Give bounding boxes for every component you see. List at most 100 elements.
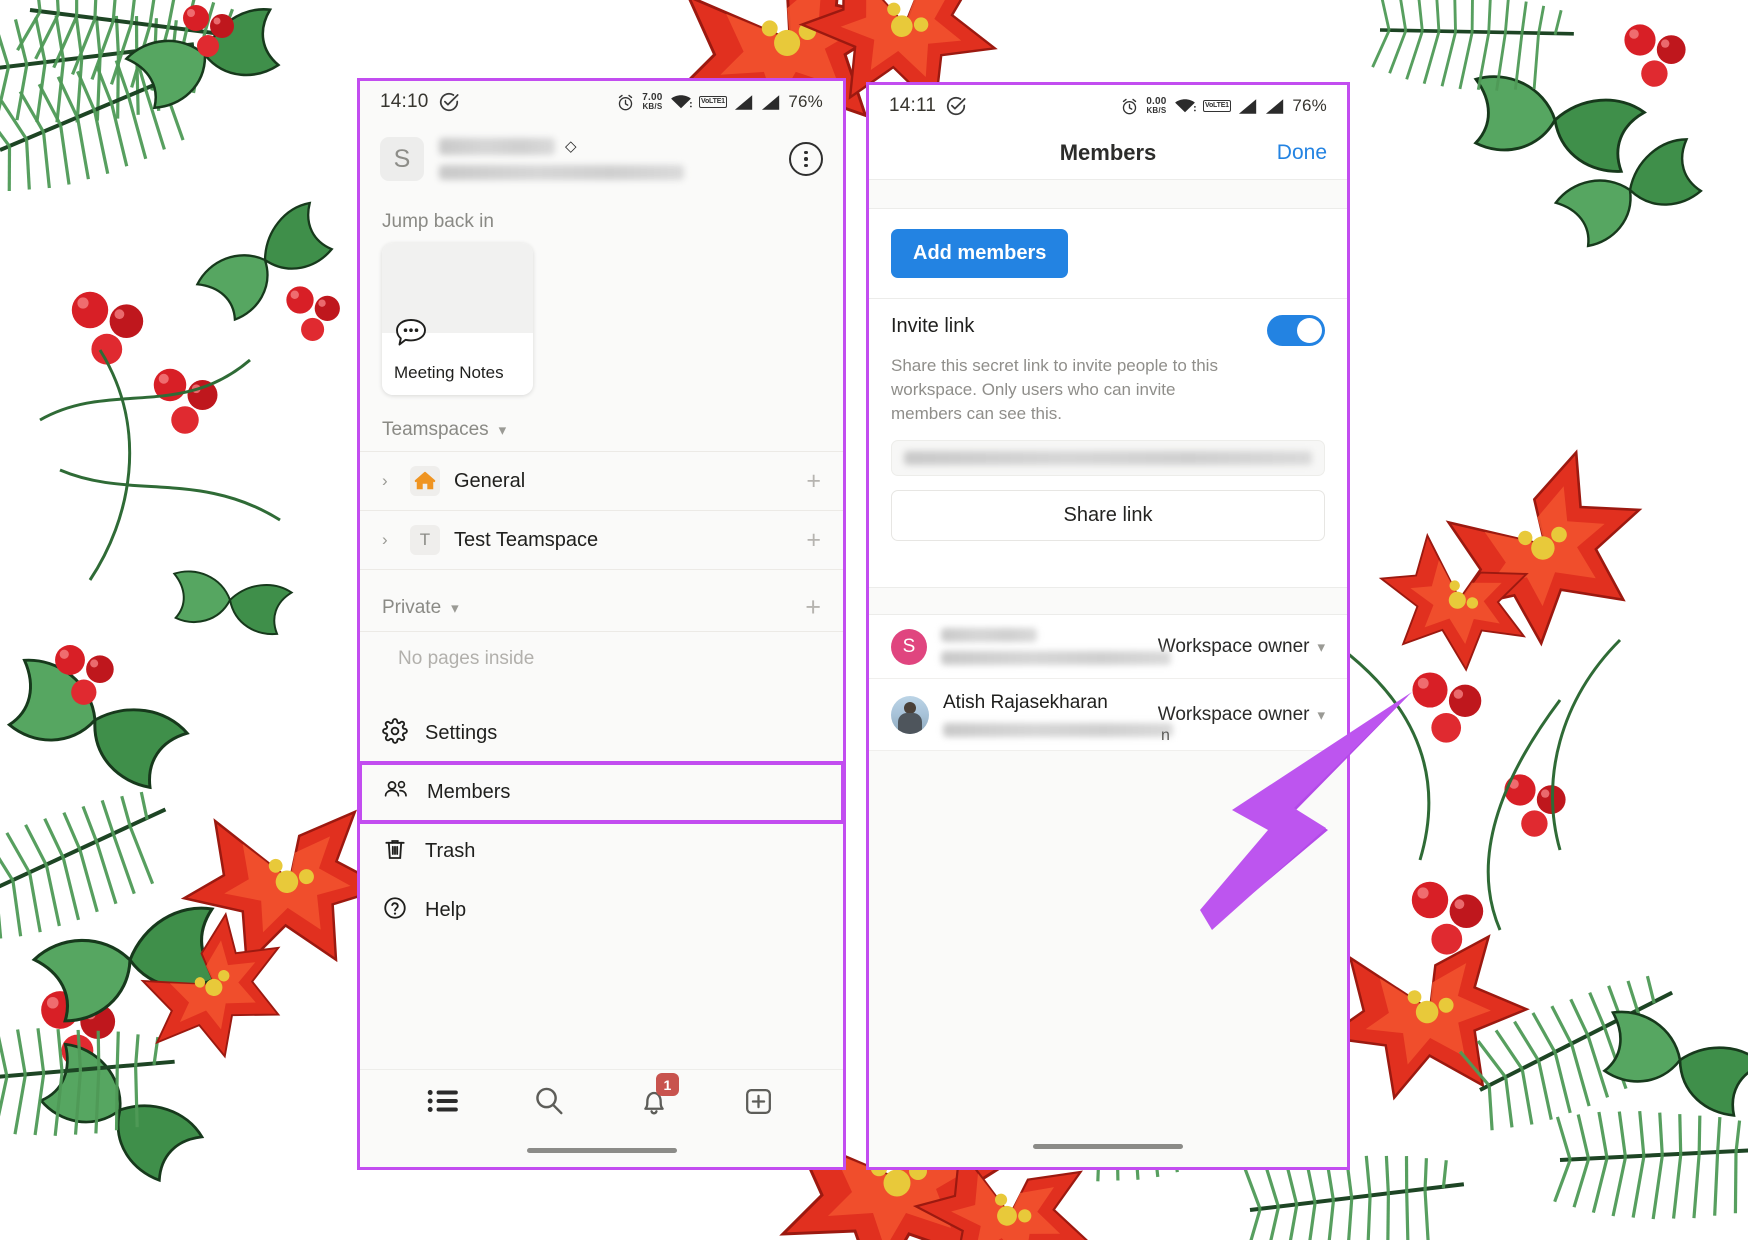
sidebar-item-label: Settings xyxy=(425,722,498,744)
member-email-tail: n xyxy=(1161,727,1170,745)
notification-badge: 1 xyxy=(655,1073,679,1096)
avatar: S xyxy=(891,628,927,665)
tab-notifications[interactable]: 1 xyxy=(602,1073,707,1117)
bottom-tab-bar: 1 xyxy=(360,1069,843,1167)
add-page-button[interactable]: + xyxy=(806,527,821,553)
done-button[interactable]: Done xyxy=(1277,141,1327,165)
sidebar-item-label: Trash xyxy=(425,840,476,862)
account-email-redacted xyxy=(439,165,684,180)
teamspaces-label: Teamspaces xyxy=(382,419,489,440)
invite-link-toggle[interactable] xyxy=(1267,315,1325,346)
role-dropdown[interactable]: Workspace owner ▾ xyxy=(1158,636,1325,658)
teamspace-row-test[interactable]: › T Test Teamspace + xyxy=(360,510,843,569)
account-header[interactable]: S ◇ xyxy=(360,123,843,187)
people-icon xyxy=(382,777,410,808)
chevron-updown-icon[interactable]: ◇ xyxy=(565,139,577,154)
signal-bars-sim2-icon xyxy=(762,94,780,110)
spacer-band xyxy=(869,588,1347,615)
teamspace-label: Test Teamspace xyxy=(454,528,599,551)
tab-search[interactable] xyxy=(497,1085,602,1117)
jump-back-in-label: Jump back in xyxy=(382,211,494,232)
avatar: S xyxy=(380,137,424,181)
add-private-page-button[interactable]: + xyxy=(805,594,821,621)
teamspaces-section-header[interactable]: Teamspaces ▾ xyxy=(360,395,843,451)
status-bar-right: 14:11 0.00 KB/S VoLTE1 76% xyxy=(869,85,1347,127)
status-time: 14:11 xyxy=(889,95,937,116)
role-dropdown[interactable]: Workspace owner ▾ xyxy=(1158,704,1325,726)
member-name-redacted xyxy=(941,628,1037,643)
teamspace-row-general[interactable]: › General + xyxy=(360,451,843,510)
private-section-header[interactable]: Private ▾ + xyxy=(360,570,843,631)
battery-level: 76% xyxy=(1292,96,1327,115)
invite-link-description: Share this secret link to invite people … xyxy=(891,356,1218,424)
speech-bubble-icon xyxy=(394,317,521,354)
sidebar-item-trash[interactable]: Trash xyxy=(360,822,843,881)
signal-bars-sim1-icon xyxy=(735,94,753,110)
chevron-right-icon[interactable]: › xyxy=(382,530,396,550)
member-name: Atish Rajasekharan xyxy=(943,692,1108,714)
private-label: Private xyxy=(382,596,442,618)
member-row[interactable]: Atish Rajasekharan n Workspace owner ▾ xyxy=(869,679,1347,752)
page-title: Members xyxy=(1059,140,1157,165)
letter-badge-icon: T xyxy=(410,525,440,555)
avatar xyxy=(891,695,929,734)
home-indicator xyxy=(526,1148,677,1153)
invite-link-field[interactable] xyxy=(891,440,1325,477)
home-indicator xyxy=(1033,1144,1183,1149)
role-label: Workspace owner xyxy=(1157,635,1310,657)
teamspace-label: General xyxy=(454,469,526,492)
alarm-icon xyxy=(619,94,633,110)
invite-link-value-redacted xyxy=(904,451,1312,466)
status-time: 14:10 xyxy=(380,91,429,112)
wifi-icon xyxy=(1174,99,1196,113)
sidebar-item-label: Help xyxy=(425,899,467,921)
signal-bars-sim2-icon xyxy=(1266,98,1284,114)
alarm-icon xyxy=(1123,98,1137,114)
chevron-down-icon: ▾ xyxy=(451,599,459,617)
chevron-down-icon: ▾ xyxy=(1317,638,1325,656)
signal-bars-sim1-icon xyxy=(1239,98,1257,114)
share-link-button[interactable]: Share link xyxy=(891,490,1325,542)
volte-indicator: VoLTE1 xyxy=(698,96,728,108)
spacer-band xyxy=(869,180,1347,208)
more-options-button[interactable] xyxy=(789,142,823,176)
phone-screenshot-left: 14:10 7.00 KB/S VoLTE1 76% S ◇ Jump back… xyxy=(357,78,846,1170)
members-nav-header: Members Done xyxy=(869,127,1347,179)
chevron-right-icon[interactable]: › xyxy=(382,471,396,491)
chevron-down-icon: ▾ xyxy=(1317,706,1325,724)
invite-link-title: Invite link xyxy=(891,315,975,337)
invite-link-section: Invite link Share this secret link to in… xyxy=(869,299,1347,562)
search-icon xyxy=(536,1087,563,1115)
tab-list[interactable] xyxy=(392,1087,497,1115)
volte-indicator: VoLTE1 xyxy=(1202,100,1232,112)
check-circle-icon xyxy=(947,96,966,116)
recent-page-card[interactable]: Meeting Notes xyxy=(382,243,533,395)
network-speed: 7.00 KB/S xyxy=(642,92,663,111)
check-circle-icon xyxy=(439,92,459,112)
card-title: Meeting Notes xyxy=(394,363,504,382)
status-bar-left: 14:10 7.00 KB/S VoLTE1 76% xyxy=(360,81,843,123)
private-empty-text: No pages inside xyxy=(360,631,843,686)
add-members-section: Add members xyxy=(869,209,1347,298)
sidebar-item-label: Members xyxy=(427,781,511,803)
question-circle-icon xyxy=(382,895,408,926)
wifi-icon xyxy=(670,95,692,109)
member-email-redacted xyxy=(941,651,1171,666)
workspace-name-redacted xyxy=(439,138,555,155)
new-page-icon xyxy=(746,1088,772,1114)
phone-screenshot-right: 14:11 0.00 KB/S VoLTE1 76% Members Done … xyxy=(866,82,1350,1170)
gear-icon xyxy=(382,718,408,749)
sidebar-item-settings[interactable]: Settings xyxy=(360,704,843,763)
add-page-button[interactable]: + xyxy=(806,468,821,494)
trash-icon xyxy=(382,836,408,867)
member-row[interactable]: S Workspace owner ▾ xyxy=(869,615,1347,680)
house-icon xyxy=(410,466,440,496)
role-label: Workspace owner xyxy=(1157,703,1310,725)
sidebar-item-members[interactable]: Members xyxy=(360,761,843,824)
list-icon xyxy=(428,1090,459,1112)
sidebar-item-help[interactable]: Help xyxy=(360,881,843,940)
chevron-down-icon: ▾ xyxy=(498,422,507,439)
add-members-button[interactable]: Add members xyxy=(891,229,1069,278)
member-email-redacted xyxy=(943,723,1173,738)
tab-new-page[interactable] xyxy=(706,1086,811,1117)
